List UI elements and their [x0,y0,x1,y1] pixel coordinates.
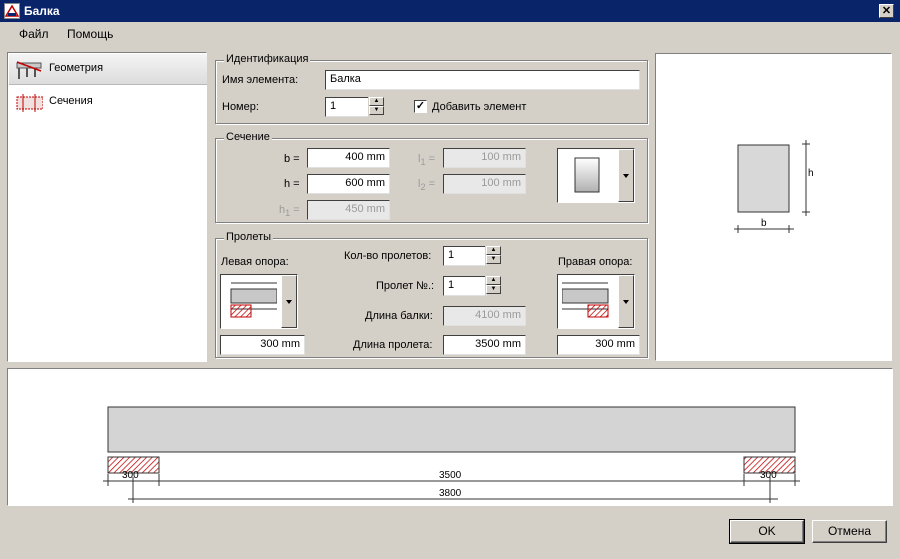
beam-elevation-drawing: 300 3500 300 3800 [103,406,800,503]
h1-input[interactable]: 450 mm [307,200,390,220]
right-support-icon [562,282,609,318]
chevron-down-icon[interactable] [618,149,634,202]
ok-button[interactable]: OK [729,519,805,544]
add-element-label: Добавить элемент [432,101,527,113]
span-length-label: Длина пролета: [353,339,433,351]
nav-label-sections: Сечения [49,95,93,107]
app-icon [4,3,20,19]
stepper-up-icon[interactable]: ▲ [486,276,501,285]
right-support-dim: 300 [760,470,777,481]
left-support-dim: 300 [122,470,139,481]
left-support-width-input[interactable]: 300 mm [220,335,305,355]
right-support-label: Правая опора: [558,256,633,268]
element-name-input[interactable]: Балка [325,70,640,90]
close-button[interactable]: ✕ [879,4,894,18]
b-label: b = [284,153,300,165]
add-element-checkbox[interactable]: ✓ [414,100,427,113]
l2-label: l2 = [418,178,436,193]
span-no-label: Пролет №.: [376,280,435,292]
preview-b-label: b [761,218,767,229]
left-support-icon [230,282,277,318]
number-input[interactable]: 1 [325,97,369,117]
l2-input[interactable]: 100 mm [443,174,526,194]
span-no-input[interactable]: 1 [443,276,487,296]
span-dim: 3500 [439,470,462,481]
number-stepper[interactable]: ▲ ▼ [368,97,384,117]
h1-label: h1 = [279,204,300,219]
check-icon: ✓ [415,100,426,112]
beam-elevation: 300 3500 300 3800 [7,368,893,506]
section-shape-select[interactable] [557,148,635,203]
beam-length-input[interactable]: 4100 mm [443,306,526,326]
nav-item-sections[interactable]: Сечения [9,87,207,118]
nav-label-geometry: Геометрия [49,62,104,74]
stepper-down-icon[interactable]: ▼ [369,106,384,115]
rectangular-section-icon [574,157,600,193]
menu-file[interactable]: Файл [19,27,49,41]
span-count-input[interactable]: 1 [443,246,487,266]
beam-length-label: Длина балки: [365,310,433,322]
close-icon: ✕ [881,5,892,17]
stepper-up-icon[interactable]: ▲ [369,97,384,106]
section-preview: b h [655,53,892,361]
stepper-down-icon[interactable]: ▼ [486,255,501,264]
stepper-down-icon[interactable]: ▼ [486,285,501,294]
number-label: Номер: [222,101,259,113]
span-length-input[interactable]: 3500 mm [443,335,526,355]
total-dim: 3800 [439,488,462,499]
element-name-label: Имя элемента: [222,74,299,86]
cancel-button[interactable]: Отмена [812,520,887,543]
nav-panel: Геометрия Сечения [7,52,207,362]
chevron-down-icon[interactable] [281,275,297,328]
preview-h-label: h [808,168,814,179]
h-input[interactable]: 600 mm [307,174,390,194]
nav-item-geometry[interactable]: Геометрия [9,54,207,85]
window-title: Балка [24,4,60,18]
h-label: h = [284,178,300,190]
beam-geometry-icon [16,61,42,79]
right-support-width-input[interactable]: 300 mm [557,335,640,355]
l1-input[interactable]: 100 mm [443,148,526,168]
section-preview-drawing: b h [734,140,814,233]
right-support-select[interactable] [557,274,635,329]
identification-legend: Идентификация [224,53,311,65]
span-count-label: Кол-во пролетов: [344,250,432,262]
menu-help[interactable]: Помощь [67,27,113,41]
section-legend: Сечение [224,131,272,143]
b-input[interactable]: 400 mm [307,148,390,168]
title-bar: Балка ✕ [0,0,900,22]
l1-label: l1 = [418,153,436,168]
span-no-stepper[interactable]: ▲ ▼ [485,276,501,296]
stepper-up-icon[interactable]: ▲ [486,246,501,255]
chevron-down-icon[interactable] [618,275,634,328]
left-support-label: Левая опора: [221,256,289,268]
span-count-stepper[interactable]: ▲ ▼ [485,246,501,266]
spans-legend: Пролеты [224,231,274,243]
beam-section-icon [16,94,43,112]
left-support-select[interactable] [220,274,298,329]
menu-bar: Файл Помощь [0,22,900,44]
